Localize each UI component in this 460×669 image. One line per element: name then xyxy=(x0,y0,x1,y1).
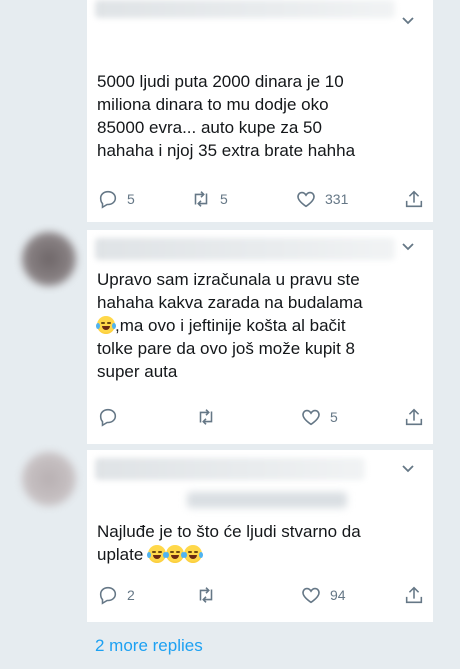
like-action[interactable]: 331 xyxy=(295,188,348,210)
tweet-card-2[interactable]: Upravo sam izračunala u pravu ste hahaha… xyxy=(87,230,433,444)
tears-of-joy-emoji-icon xyxy=(183,545,204,563)
tweet-text: Najluđe je to što će ljudi stvarno da up… xyxy=(97,520,427,566)
share-action[interactable] xyxy=(403,406,425,428)
caret-down-icon[interactable] xyxy=(401,14,415,28)
tweet-actions: 5 xyxy=(95,406,425,432)
retweet-action[interactable] xyxy=(195,406,225,428)
tweet-actions: 2 94 xyxy=(95,584,425,610)
tweet-text-main: Najluđe je to što će ljudi stvarno da up… xyxy=(97,522,361,564)
share-icon xyxy=(405,190,423,208)
retweet-action[interactable] xyxy=(195,584,225,606)
like-count: 5 xyxy=(330,409,338,425)
tweet-text: Upravo sam izračunala u pravu ste hahaha… xyxy=(96,268,427,383)
retweet-action[interactable]: 5 xyxy=(190,188,228,210)
like-action[interactable]: 94 xyxy=(300,584,346,606)
caret-down-icon[interactable] xyxy=(401,462,415,476)
retweet-icon xyxy=(199,587,213,603)
tweet-card-3[interactable]: Najluđe je to što će ljudi stvarno da up… xyxy=(87,450,433,622)
more-replies-link[interactable]: 2 more replies xyxy=(95,636,203,656)
tweet-text-part-2: ,ma ovo i jeftinije košta al bačit tolke… xyxy=(97,316,355,381)
tears-of-joy-emoji-icon xyxy=(147,545,168,563)
reply-count: 5 xyxy=(127,191,135,207)
rolling-laughing-emoji-icon xyxy=(96,316,116,334)
share-action[interactable] xyxy=(403,584,425,606)
reply-icon xyxy=(99,408,117,427)
avatar[interactable] xyxy=(22,232,76,286)
share-action[interactable] xyxy=(403,188,425,210)
avatar[interactable] xyxy=(22,452,76,506)
retweet-count: 5 xyxy=(220,191,228,207)
tweet-actions: 5 5 331 xyxy=(95,188,425,214)
tweet-text: 5000 ljudi puta 2000 dinara je 10 milion… xyxy=(97,72,356,160)
tears-of-joy-emoji-icon xyxy=(165,545,186,563)
reply-count: 2 xyxy=(127,587,135,603)
like-icon xyxy=(297,191,315,208)
reply-action[interactable]: 5 xyxy=(97,188,135,210)
share-icon xyxy=(405,408,423,426)
retweet-icon xyxy=(194,191,208,207)
reply-icon xyxy=(99,190,117,209)
like-count: 331 xyxy=(325,191,349,207)
reply-action[interactable] xyxy=(97,406,127,428)
reply-icon xyxy=(99,586,117,605)
like-count: 94 xyxy=(330,587,346,603)
like-action[interactable]: 5 xyxy=(300,406,338,428)
blurred-username xyxy=(95,0,395,18)
like-icon xyxy=(302,409,320,426)
blurred-username xyxy=(95,458,365,480)
share-icon xyxy=(405,586,423,604)
blurred-handle xyxy=(187,492,347,508)
like-icon xyxy=(302,587,320,604)
reply-action[interactable]: 2 xyxy=(97,584,135,606)
retweet-icon xyxy=(199,409,213,425)
tweet-text-part-1: Upravo sam izračunala u pravu ste hahaha… xyxy=(97,270,363,312)
tweet-card-1[interactable]: 5000 ljudi puta 2000 dinara je 10 milion… xyxy=(87,0,433,222)
caret-down-icon[interactable] xyxy=(401,240,415,254)
blurred-username xyxy=(95,238,395,260)
